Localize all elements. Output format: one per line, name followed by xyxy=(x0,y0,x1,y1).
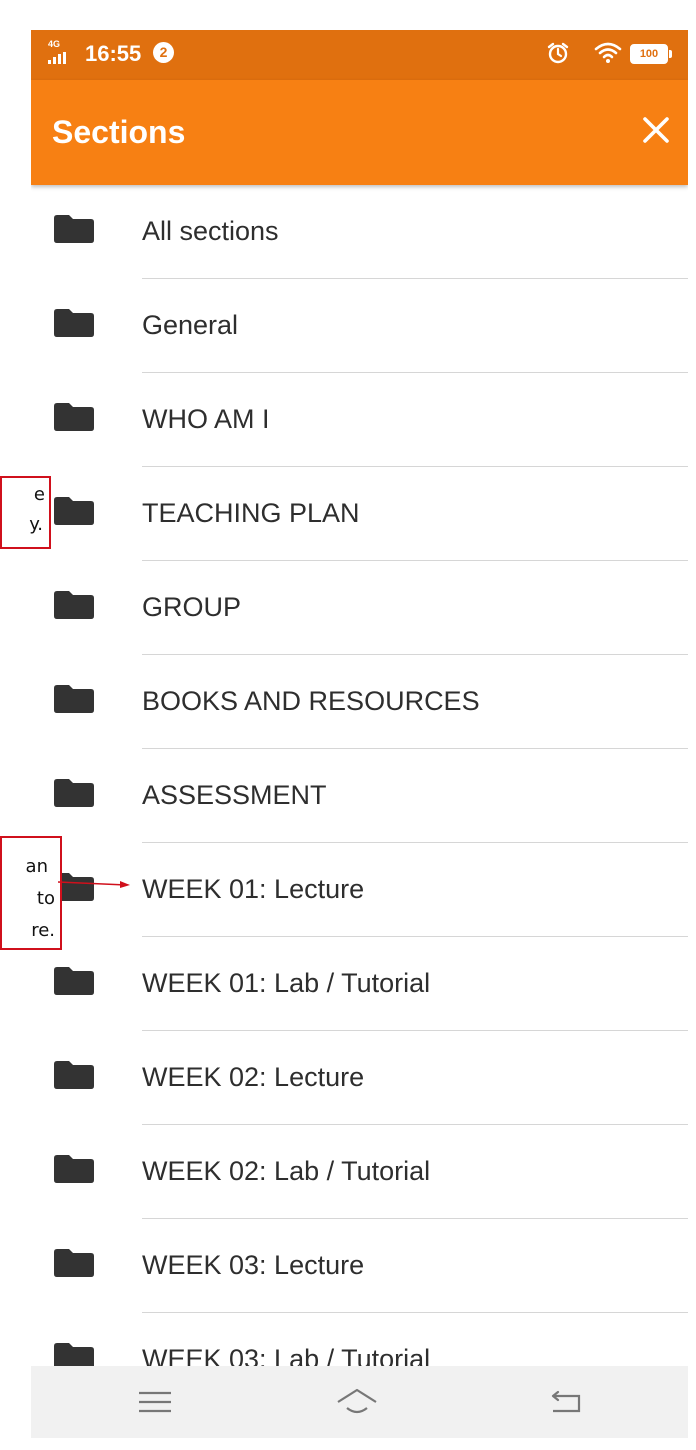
section-item[interactable]: GROUP xyxy=(31,561,688,655)
callout-text: an xyxy=(25,856,48,877)
callout-text: y. xyxy=(29,514,43,535)
status-time: 16:55 xyxy=(85,41,142,66)
annotation-callout: an to re. xyxy=(0,836,62,950)
section-label: General xyxy=(142,310,239,340)
section-item[interactable]: WEEK 01: Lecture xyxy=(31,843,688,937)
back-button[interactable] xyxy=(545,1386,585,1418)
battery-indicator: 100 xyxy=(630,44,672,64)
status-bar: 4G 16:55 2 100 xyxy=(31,30,688,80)
folder-icon xyxy=(54,497,94,525)
folder-icon xyxy=(54,1061,94,1089)
folder-icon xyxy=(54,1249,94,1277)
section-item[interactable]: General xyxy=(31,279,688,373)
home-button[interactable] xyxy=(335,1386,379,1418)
section-label: WEEK 02: Lecture xyxy=(142,1062,365,1092)
folder-icon xyxy=(54,1155,94,1183)
section-item[interactable]: WHO AM I xyxy=(31,373,688,467)
alarm-icon xyxy=(547,42,569,64)
folder-icon xyxy=(54,779,94,807)
menu-button[interactable] xyxy=(135,1386,175,1418)
section-item[interactable]: TEACHING PLAN xyxy=(31,467,688,561)
section-label: WEEK 02: Lab / Tutorial xyxy=(142,1156,431,1186)
folder-icon xyxy=(54,215,94,243)
section-item[interactable]: WEEK 02: Lecture xyxy=(31,1031,688,1125)
section-item[interactable]: All sections xyxy=(31,185,688,279)
menu-icon xyxy=(139,1391,171,1413)
network-type: 4G xyxy=(48,39,61,49)
navigation-bar xyxy=(31,1366,688,1438)
section-label: ASSESSMENT xyxy=(142,780,327,810)
page-title: Sections xyxy=(52,114,186,150)
folder-icon xyxy=(54,309,94,337)
section-item[interactable]: WEEK 03: Lecture xyxy=(31,1219,688,1313)
section-label: WHO AM I xyxy=(142,404,270,434)
section-item[interactable]: WEEK 01: Lab / Tutorial xyxy=(31,937,688,1031)
section-item[interactable]: WEEK 02: Lab / Tutorial xyxy=(31,1125,688,1219)
folder-icon xyxy=(54,967,94,995)
section-label: WEEK 01: Lecture xyxy=(142,874,365,904)
app-bar: Sections xyxy=(31,80,688,185)
annotation-arrow xyxy=(58,881,130,888)
home-icon xyxy=(337,1388,377,1414)
back-icon xyxy=(551,1390,581,1413)
section-item[interactable]: ASSESSMENT xyxy=(31,749,688,843)
section-label: BOOKS AND RESOURCES xyxy=(142,686,480,716)
annotation-callout: e y. xyxy=(0,476,51,549)
section-label: WEEK 03: Lecture xyxy=(142,1250,365,1280)
folder-icon xyxy=(54,403,94,431)
section-label: TEACHING PLAN xyxy=(142,498,360,528)
notification-badge: 2 xyxy=(153,42,174,63)
section-label: WEEK 01: Lab / Tutorial xyxy=(142,968,431,998)
section-list: All sections General WHO AM I TEACHING PLAN… xyxy=(31,185,688,1407)
folder-icon xyxy=(54,591,94,619)
network-indicator: 4G xyxy=(48,40,68,66)
wifi-icon xyxy=(594,42,622,63)
section-label: GROUP xyxy=(142,592,242,622)
phone-screen: 4G 16:55 2 100 Sections All sections Gen… xyxy=(31,30,688,1438)
callout-text: re. xyxy=(31,920,55,941)
callout-text: to xyxy=(36,888,55,909)
section-item[interactable]: BOOKS AND RESOURCES xyxy=(31,655,688,749)
callout-text: e xyxy=(33,484,45,505)
section-label: All sections xyxy=(142,216,279,246)
folder-icon xyxy=(54,685,94,713)
signal-icon xyxy=(48,52,66,64)
close-icon xyxy=(643,117,669,143)
close-button[interactable] xyxy=(638,112,674,148)
